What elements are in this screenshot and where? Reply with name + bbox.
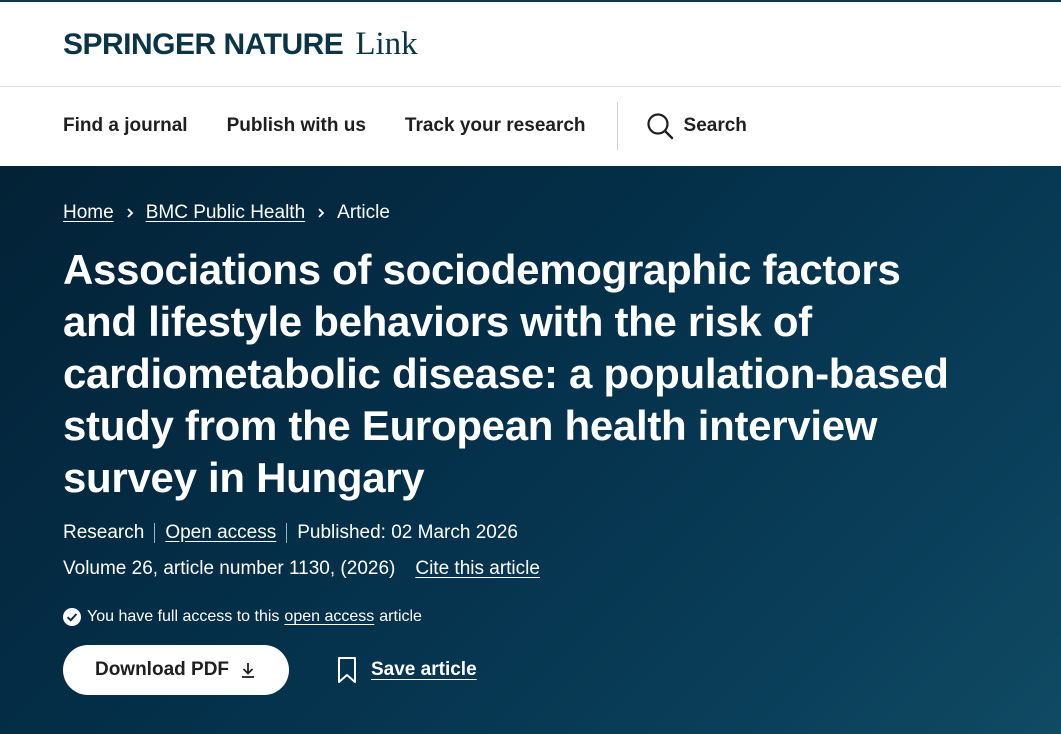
breadcrumb: Home BMC Public Health Article <box>63 202 1061 224</box>
chevron-right-icon <box>318 208 325 218</box>
article-hero: Home BMC Public Health Article Associati… <box>0 166 1061 734</box>
meta-divider <box>154 523 156 543</box>
nav-track-research[interactable]: Track your research <box>405 115 586 137</box>
article-type: Research <box>63 522 145 543</box>
nav-divider <box>616 101 618 150</box>
chevron-right-icon <box>127 208 133 218</box>
search-button[interactable]: Search <box>646 112 747 140</box>
search-label: Search <box>683 114 747 136</box>
access-note-suffix: article <box>379 608 422 625</box>
open-access-link[interactable]: Open access <box>165 522 276 544</box>
volume-info: Volume 26, article number 1130, (2026) <box>63 558 396 579</box>
article-actions: Download PDF Save article <box>63 645 1061 695</box>
cite-this-article-link[interactable]: Cite this article <box>415 558 540 580</box>
access-note: You have full access to this open access… <box>63 608 1061 626</box>
article-citation-meta: Volume 26, article number 1130, (2026) C… <box>63 558 1061 580</box>
download-icon <box>242 663 255 678</box>
download-pdf-label: Download PDF <box>94 659 230 680</box>
logo-brand-text: Springer Nature <box>63 27 344 61</box>
article-meta: Research Open access Published: 02 March… <box>63 522 1061 544</box>
save-article-label: Save article <box>371 659 477 680</box>
check-circle-icon <box>63 608 81 626</box>
access-note-prefix: You have full access to this <box>87 608 280 625</box>
article-title: Associations of sociodemographic factors… <box>63 246 949 501</box>
meta-divider <box>286 523 288 543</box>
springer-nature-link-logo[interactable]: Springer Nature Link <box>63 26 418 63</box>
site-header: Springer Nature Link <box>0 0 1061 87</box>
breadcrumb-home[interactable]: Home <box>63 202 114 224</box>
access-note-open-access-link[interactable]: open access <box>284 608 374 626</box>
download-pdf-button[interactable]: Download PDF <box>63 645 289 695</box>
save-article-button[interactable]: Save article <box>335 656 477 684</box>
breadcrumb-current: Article <box>337 202 390 223</box>
main-nav: Find a journal Publish with us Track you… <box>0 87 1061 164</box>
nav-publish-with-us[interactable]: Publish with us <box>227 115 366 137</box>
nav-find-journal[interactable]: Find a journal <box>63 115 188 137</box>
breadcrumb-journal[interactable]: BMC Public Health <box>146 202 305 224</box>
bookmark-icon <box>338 657 356 683</box>
logo-link-text: Link <box>355 25 418 62</box>
search-icon <box>646 112 673 139</box>
published-date: Published: 02 March 2026 <box>297 522 518 543</box>
